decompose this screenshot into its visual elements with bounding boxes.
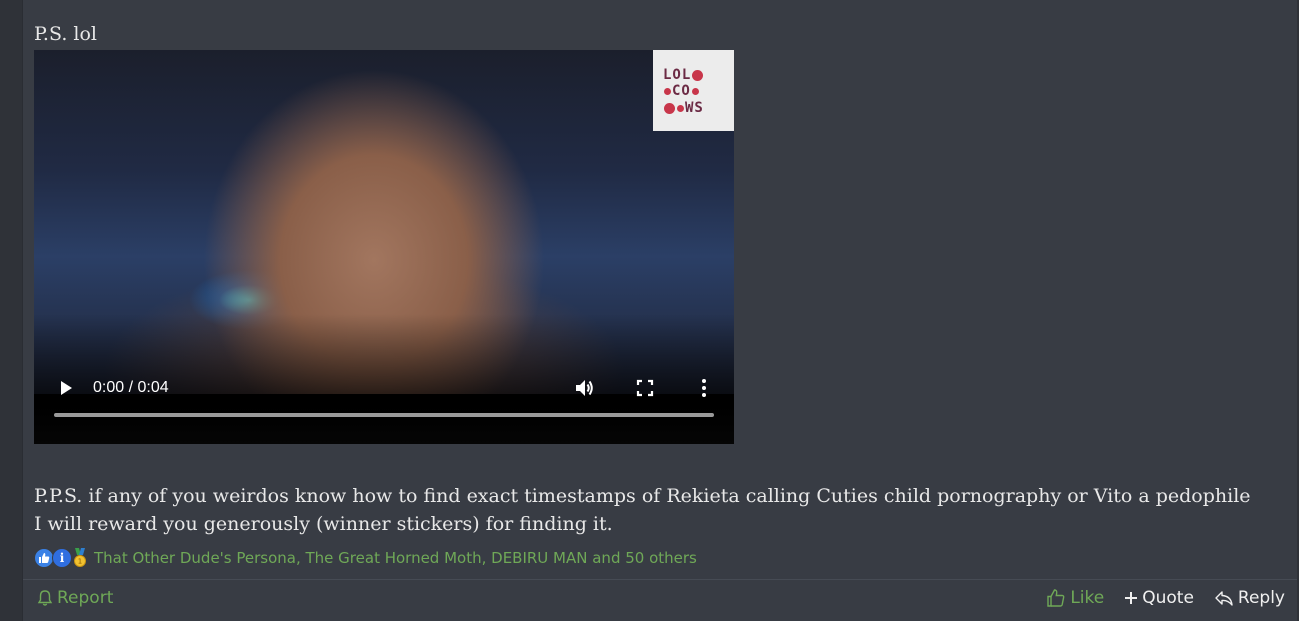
- video-player[interactable]: LOL CO WS 0:00 / 0:04: [34, 50, 734, 444]
- post-footer: Report Like Quote Reply: [23, 579, 1297, 621]
- watermark-row2: CO: [672, 83, 691, 99]
- fullscreen-icon: [636, 379, 654, 397]
- play-icon: [61, 381, 72, 395]
- post-text-pps: P.P.S. if any of you weirdos know how to…: [34, 485, 1251, 535]
- report-label: Report: [57, 588, 114, 608]
- post-text-ps: P.S. lol: [34, 23, 97, 45]
- watermark-row3: WS: [685, 100, 704, 116]
- video-time: 0:00 / 0:04: [93, 379, 169, 396]
- watermark-dot: [691, 87, 699, 95]
- reaction-icons: i 1: [34, 548, 88, 568]
- reply-label: Reply: [1237, 588, 1285, 608]
- like-button[interactable]: Like: [1046, 588, 1104, 608]
- fullscreen-button[interactable]: [635, 378, 655, 398]
- svg-text:1: 1: [78, 558, 82, 566]
- video-controls: 0:00 / 0:04: [34, 364, 734, 444]
- reaction-users-link[interactable]: That Other Dude's Persona, The Great Hor…: [94, 549, 697, 567]
- reply-icon: [1215, 591, 1233, 606]
- thumbs-up-icon: [1047, 589, 1065, 607]
- watermark-dot: [677, 104, 684, 112]
- more-options-button[interactable]: [694, 377, 714, 399]
- plus-icon: [1125, 592, 1138, 604]
- report-button[interactable]: Report: [37, 588, 113, 608]
- medal-icon: 1: [70, 548, 90, 568]
- watermark-dot: [692, 69, 704, 81]
- quote-button[interactable]: Quote: [1124, 588, 1194, 608]
- video-progress-bar[interactable]: [54, 413, 714, 417]
- like-icon: [34, 548, 54, 568]
- reply-button[interactable]: Reply: [1214, 588, 1285, 608]
- watermark-dot: [664, 102, 675, 114]
- kebab-menu-icon: [702, 379, 706, 397]
- watermark-dot: [664, 87, 671, 95]
- info-icon: i: [52, 548, 72, 568]
- post-actions: Like Quote Reply: [1046, 588, 1285, 608]
- volume-button[interactable]: [573, 377, 595, 399]
- forum-post: P.S. lol LOL CO WS 0:00 / 0:04 P.P.S. if…: [22, 0, 1297, 621]
- volume-icon: [576, 380, 593, 396]
- page: P.S. lol LOL CO WS 0:00 / 0:04 P.P.S. if…: [0, 0, 1299, 621]
- reactions-bar: i 1 That Other Dude's Persona, The Great…: [34, 547, 697, 569]
- watermark-row1: LOL: [663, 67, 692, 83]
- quote-label: Quote: [1142, 588, 1194, 608]
- lolcows-watermark-logo: LOL CO WS: [653, 50, 734, 131]
- bell-icon: [37, 590, 53, 606]
- like-label: Like: [1070, 588, 1105, 608]
- play-button[interactable]: [56, 378, 76, 398]
